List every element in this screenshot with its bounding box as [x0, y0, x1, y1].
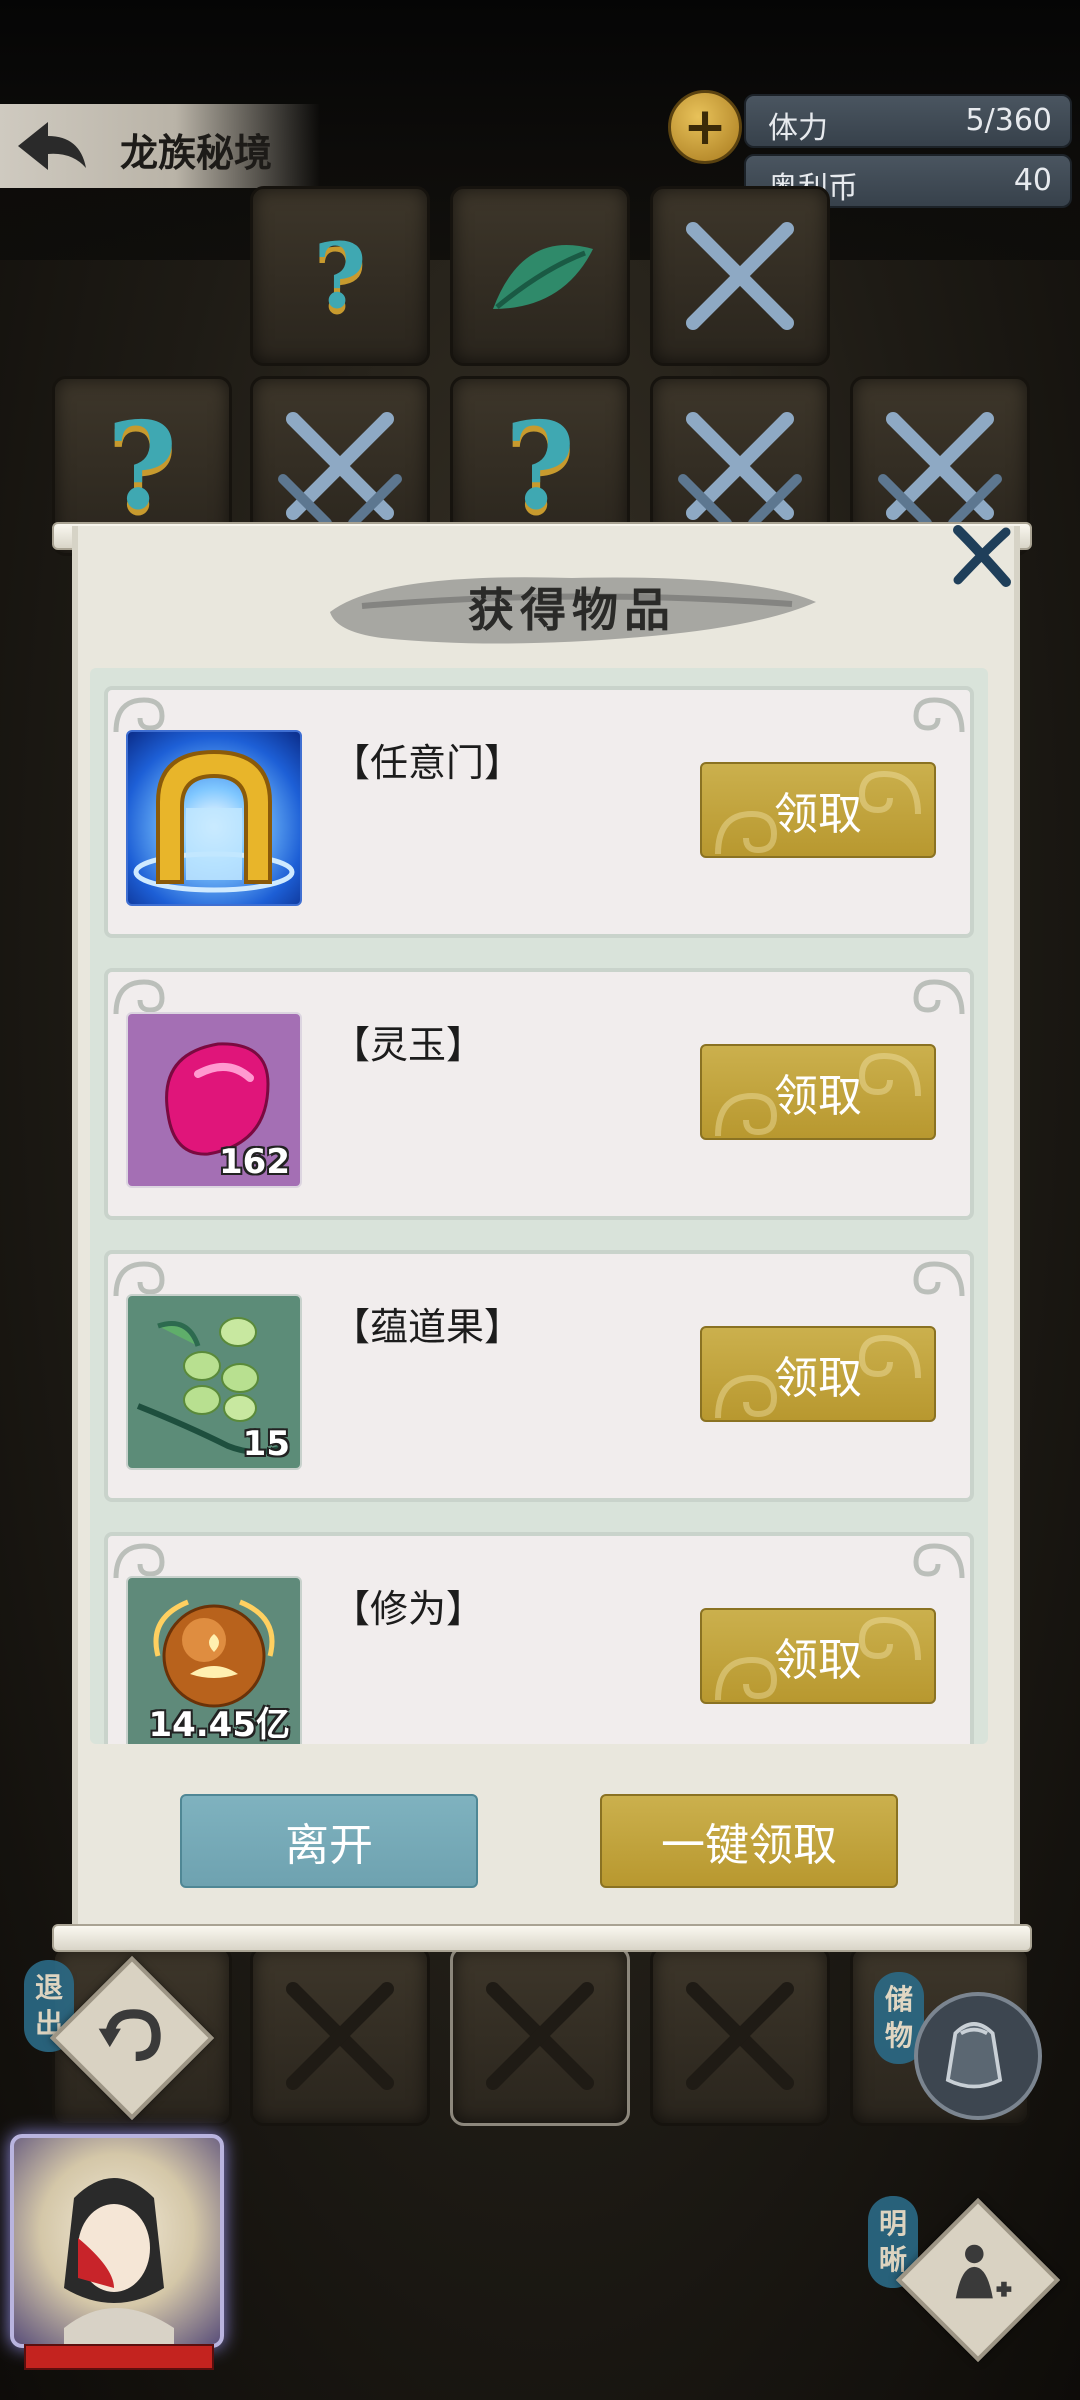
board-tile-current[interactable]	[450, 1946, 630, 2126]
health-bar	[24, 2344, 214, 2370]
claim-button[interactable]: 领取	[700, 1326, 936, 1422]
crossed-swords-icon	[686, 1982, 794, 2090]
character-portrait-icon	[64, 2178, 174, 2344]
claim-all-button-label: 一键领取	[661, 1820, 837, 1871]
storage-bag-button[interactable]	[914, 1992, 1042, 2120]
close-icon[interactable]	[948, 522, 1016, 590]
cloud-swirl-icon	[715, 1656, 778, 1701]
dialog-title: 获得物品	[468, 583, 676, 637]
cloud-ornament-icon	[913, 697, 965, 733]
cloud-ornament-icon	[913, 1261, 965, 1297]
cloud-ornament-icon	[913, 979, 965, 1015]
item-quantity: 15	[242, 1424, 290, 1464]
cloud-swirl-icon	[715, 1374, 778, 1419]
item-quantity: 162	[219, 1142, 290, 1182]
crossed-swords-icon	[686, 222, 794, 330]
reward-item: 162 【灵玉】 领取	[104, 968, 974, 1220]
back-arrow-icon	[18, 122, 86, 170]
item-name: 【灵玉】	[332, 1023, 485, 1067]
page-title: 龙族秘境	[120, 131, 273, 175]
add-stamina-button[interactable]: +	[668, 90, 742, 164]
item-name: 【修为】	[332, 1587, 485, 1631]
cloud-swirl-icon	[858, 770, 921, 815]
pink-jade-icon: 162	[126, 1012, 302, 1188]
stamina-value: 5/360	[965, 103, 1052, 138]
leaf-icon	[493, 245, 593, 309]
question-mark-icon: ?	[504, 395, 576, 537]
question-mark-icon: ?	[313, 223, 367, 329]
cloud-swirl-icon	[715, 1092, 778, 1137]
board-tile[interactable]: ?	[250, 186, 430, 366]
question-mark-icon: ?	[106, 395, 178, 537]
claim-button[interactable]: 领取	[700, 762, 936, 858]
reward-list[interactable]: 【任意门】 领取 162 【灵玉】 领取 15 【蕴道果】 领取 14.45亿 …	[90, 668, 988, 1744]
reward-item: 14.45亿 【修为】 领取	[104, 1532, 974, 1744]
back-button[interactable]: 龙族秘境	[0, 104, 320, 188]
stamina-label: 体力	[768, 111, 828, 146]
crossed-swords-icon	[486, 1982, 594, 2090]
undo-arrow-icon	[98, 2009, 161, 2062]
crossed-swords-icon	[286, 1982, 394, 2090]
stamina-bar: 体力 5/360	[744, 94, 1072, 148]
cloud-swirl-icon	[858, 1616, 921, 1661]
bag-icon	[945, 2022, 1003, 2089]
item-quantity: 14.45亿	[148, 1705, 290, 1744]
plus-icon: +	[683, 97, 727, 157]
scroll-bottom-rod	[52, 1924, 1032, 1952]
cloud-swirl-icon	[715, 810, 778, 855]
green-fruit-branch-icon: 15	[126, 1294, 302, 1470]
claim-all-button[interactable]: 一键领取	[600, 1794, 898, 1888]
leave-button-label: 离开	[285, 1820, 373, 1871]
player-avatar[interactable]	[10, 2134, 224, 2348]
item-name: 【蕴道果】	[332, 1305, 523, 1349]
clear-button[interactable]	[895, 2197, 1061, 2363]
cloud-swirl-icon	[858, 1052, 921, 1097]
board-tile[interactable]	[650, 1946, 830, 2126]
claim-button[interactable]: 领取	[700, 1608, 936, 1704]
meditating-figure-icon	[955, 2244, 1012, 2299]
leave-button[interactable]: 离开	[180, 1794, 478, 1888]
cultivation-orb-icon: 14.45亿	[126, 1576, 302, 1744]
board-tile[interactable]	[650, 186, 830, 366]
claim-button[interactable]: 领取	[700, 1044, 936, 1140]
golden-gate-icon	[126, 730, 302, 906]
board-tile[interactable]	[250, 1946, 430, 2126]
reward-item: 【任意门】 领取	[104, 686, 974, 938]
cloud-swirl-icon	[858, 1334, 921, 1379]
cloud-ornament-icon	[913, 1543, 965, 1579]
reward-item: 15 【蕴道果】 领取	[104, 1250, 974, 1502]
item-name: 【任意门】	[332, 741, 523, 785]
currency-value: 40	[1013, 163, 1052, 198]
board-tile[interactable]	[450, 186, 630, 366]
